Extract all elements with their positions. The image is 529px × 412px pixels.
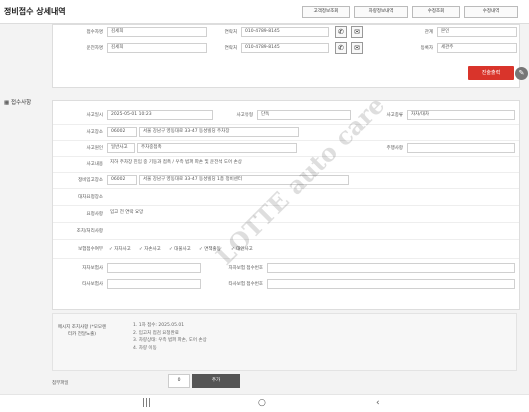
- row-divider: [53, 124, 519, 125]
- registrant-label: 등록자: [420, 46, 433, 51]
- mail-icon[interactable]: ✉: [351, 42, 363, 54]
- other-insurer-field[interactable]: [107, 279, 201, 289]
- phone-icon[interactable]: ✆: [335, 42, 347, 54]
- receiver-phone-field[interactable]: 010-4789-8145: [241, 27, 329, 37]
- check-label: 자차사고: [114, 247, 131, 252]
- request-field[interactable]: 입고 전 연락 요망: [107, 209, 515, 219]
- home-icon[interactable]: ○: [258, 398, 266, 408]
- accident-type-label: 사고유형: [236, 113, 253, 118]
- repair-zip-field[interactable]: 06002: [107, 175, 137, 185]
- relation-label: 관계: [424, 30, 433, 35]
- receiver-name-label: 접수자명: [86, 30, 103, 35]
- row-divider: [53, 222, 519, 223]
- other-claim-no-label: 타사보험 접수번호: [228, 282, 263, 287]
- other-insurer-label: 타사보험사: [82, 282, 103, 287]
- driver-phone-label: 연락처: [224, 46, 237, 51]
- accident-cause-label: 사고원인: [86, 146, 103, 151]
- check-label: 대물사고: [174, 247, 191, 252]
- edit-history-button[interactable]: 수정내역: [464, 6, 518, 18]
- vehicle-info-button[interactable]: 차량정보내역: [354, 6, 408, 18]
- accident-cause-field[interactable]: 일반사고: [107, 143, 135, 153]
- phone-icon[interactable]: ✆: [335, 26, 347, 38]
- self-insurer-field[interactable]: [107, 263, 201, 273]
- row-divider: [53, 258, 519, 259]
- accident-zip-field[interactable]: 06002: [107, 127, 137, 137]
- check-property[interactable]: ✓ 대물사고: [169, 246, 191, 252]
- customer-info-button[interactable]: 고객정보조회: [302, 6, 350, 18]
- driving-status-label: 주행사항: [386, 146, 403, 151]
- memo-line: 1. 1차 접수: 2025.05.01: [133, 323, 185, 328]
- driver-phone-field[interactable]: 010-4789-8145: [241, 43, 329, 53]
- rental-place-field[interactable]: [107, 192, 515, 202]
- memo-panel: 메시지 조치사항 (*모모렌터카 전달노출) 1. 1차 접수: 2025.05…: [52, 313, 517, 371]
- print-statement-button[interactable]: 진술출력: [468, 66, 514, 80]
- rental-place-label: 대차요청장소: [78, 195, 103, 200]
- pencil-icon[interactable]: ✎: [515, 67, 528, 80]
- mail-icon[interactable]: ✉: [351, 26, 363, 38]
- grid-icon: ▦: [4, 100, 10, 106]
- request-label: 요청사항: [86, 212, 103, 217]
- memo-line: 4. 차량 이동: [133, 345, 157, 351]
- self-claim-no-field[interactable]: [267, 263, 515, 273]
- memo-line: 3. 차량상태: 우측 범퍼 파손, 도어 손상: [133, 338, 207, 343]
- accident-date-field[interactable]: 2025-05-01 10:23: [107, 110, 213, 120]
- relation-field[interactable]: 본인: [437, 27, 517, 37]
- check-self-injury[interactable]: ✓ 자손사고: [139, 246, 161, 252]
- accident-type-field[interactable]: 단독: [257, 110, 351, 120]
- section-label-text: 접수사항: [10, 100, 32, 106]
- repair-place-label: 정비입고장소: [78, 178, 103, 183]
- attachment-label: 첨부파일: [52, 381, 69, 386]
- recents-icon[interactable]: |||: [142, 398, 151, 408]
- insurance-label: 보험접수여부: [78, 247, 103, 252]
- add-attachment-button[interactable]: 추가: [192, 374, 240, 388]
- check-self-damage[interactable]: ✓ 자차사고: [109, 246, 131, 252]
- registrant-field[interactable]: 세관주: [437, 43, 517, 53]
- receiver-name-field[interactable]: 김세희: [107, 27, 207, 37]
- check-label: 자손사고: [144, 247, 161, 252]
- action-field[interactable]: [107, 226, 515, 236]
- page-title: 정비접수 상세내역: [4, 7, 66, 16]
- attachment-count[interactable]: 0: [168, 374, 190, 388]
- action-label: 조치/처리사항: [76, 229, 103, 234]
- row-divider: [53, 239, 519, 240]
- accident-cause-detail-field[interactable]: 주차중접촉: [137, 143, 297, 153]
- accident-content-label: 사고내용: [86, 162, 103, 167]
- accident-date-label: 사고일시: [86, 113, 103, 118]
- self-insurer-label: 자차보험사: [82, 266, 103, 271]
- memo-text[interactable]: 1. 1차 접수: 2025.05.01 2. 입고처 접검 요청완료 3. 차…: [133, 322, 207, 352]
- row-divider: [53, 140, 519, 141]
- accident-kind-field[interactable]: 자차/대차: [407, 110, 515, 120]
- section-label: ▦ 접수사항: [4, 98, 31, 106]
- memo-label: 메시지 조치사항 (*모모렌터카 전달노출): [57, 325, 107, 337]
- memo-line: 2. 입고처 접검 요청완료: [133, 330, 179, 336]
- customer-panel: 접수자명 김세희 연락처 010-4789-8145 ✆ ✉ 관계 본인 운전자…: [52, 24, 520, 88]
- driving-status-field[interactable]: [407, 143, 515, 153]
- accident-address-field[interactable]: 서울 강남구 영동대로 33-47 동성빌딩 주차장: [139, 127, 299, 137]
- top-bar: 정비접수 상세내역 고객정보조회 차량정보내역 수정조회 수정내역: [0, 0, 529, 24]
- android-nav-bar: ||| ○ ‹: [0, 394, 529, 412]
- other-claim-no-field[interactable]: [267, 279, 515, 289]
- driver-name-label: 운전자명: [86, 46, 103, 51]
- accident-place-label: 사고장소: [86, 130, 103, 135]
- driver-name-field[interactable]: 김세희: [107, 43, 207, 53]
- receiver-phone-label: 연락처: [224, 30, 237, 35]
- row-divider: [53, 156, 519, 157]
- edit-lookup-button[interactable]: 수정조회: [412, 6, 460, 18]
- back-icon[interactable]: ‹: [376, 398, 380, 408]
